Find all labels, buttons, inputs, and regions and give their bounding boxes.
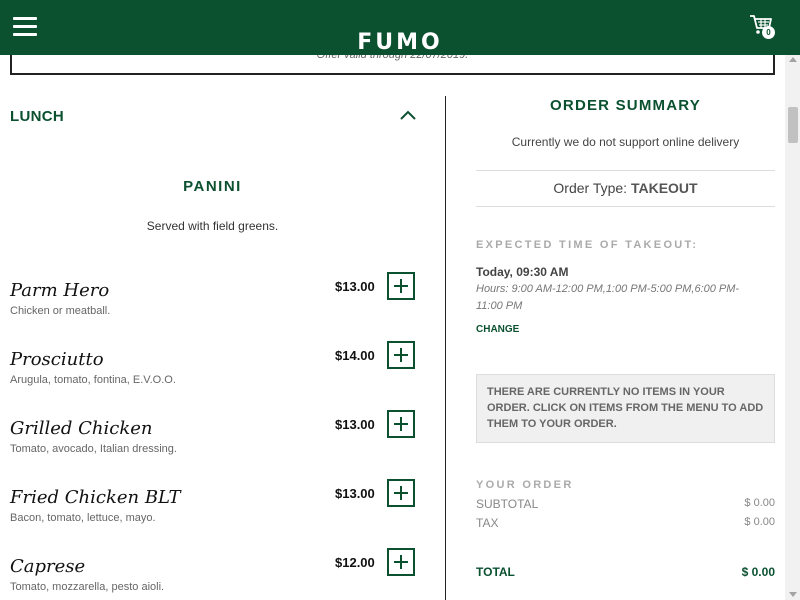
tax-label: TAX bbox=[476, 516, 499, 530]
item-price: $13.00 bbox=[335, 486, 375, 501]
menu-item[interactable]: Prosciutto Arugula, tomato, fontina, E.V… bbox=[10, 341, 415, 401]
brand-logo[interactable]: FUMO bbox=[0, 30, 800, 55]
page-scrollbar[interactable] bbox=[785, 55, 800, 600]
scroll-up-arrow-icon[interactable] bbox=[789, 57, 797, 62]
item-description: Tomato, avocado, Italian dressing. bbox=[10, 443, 177, 455]
divider bbox=[476, 170, 775, 171]
scroll-thumb[interactable] bbox=[788, 107, 798, 143]
order-summary-title: ORDER SUMMARY bbox=[550, 97, 701, 114]
top-bar: FUMO 0 bbox=[0, 0, 800, 55]
order-type: Order Type: TAKEOUT bbox=[476, 180, 775, 196]
add-item-button[interactable] bbox=[387, 272, 415, 300]
add-item-button[interactable] bbox=[387, 341, 415, 369]
category-title: PANINI bbox=[183, 178, 242, 195]
subtotal-label: SUBTOTAL bbox=[476, 497, 539, 511]
subtotal-value: $ 0.00 bbox=[744, 497, 775, 509]
your-order-label: YOUR ORDER bbox=[476, 479, 574, 491]
delivery-note: Currently we do not support online deliv… bbox=[511, 135, 740, 149]
item-description: Bacon, tomato, lettuce, mayo. bbox=[10, 512, 156, 524]
item-description: Chicken or meatball. bbox=[10, 305, 111, 317]
category-description: Served with field greens. bbox=[146, 219, 279, 233]
cart-count-badge: 0 bbox=[762, 26, 775, 39]
expected-time: Today, 09:30 AM bbox=[476, 265, 569, 279]
scroll-down-arrow-icon[interactable] bbox=[789, 592, 797, 597]
tax-value: $ 0.00 bbox=[744, 516, 775, 528]
total-value: $ 0.00 bbox=[741, 565, 775, 579]
change-time-link[interactable]: CHANGE bbox=[476, 324, 519, 335]
order-type-value: TAKEOUT bbox=[630, 180, 698, 196]
add-item-button[interactable] bbox=[387, 410, 415, 438]
add-item-button[interactable] bbox=[387, 548, 415, 576]
expected-time-label: EXPECTED TIME OF TAKEOUT: bbox=[476, 239, 699, 251]
item-name[interactable]: Prosciutto bbox=[10, 349, 104, 370]
menu-item[interactable]: Grilled Chicken Tomato, avocado, Italian… bbox=[10, 410, 415, 470]
item-price: $14.00 bbox=[335, 348, 375, 363]
item-name[interactable]: Parm Hero bbox=[10, 280, 109, 301]
column-divider bbox=[445, 96, 446, 600]
item-price: $12.00 bbox=[335, 555, 375, 570]
menu-item[interactable]: Parm Hero Chicken or meatball. $13.00 bbox=[10, 272, 415, 332]
item-name[interactable]: Fried Chicken BLT bbox=[10, 487, 181, 508]
divider bbox=[476, 206, 775, 207]
add-item-button[interactable] bbox=[387, 479, 415, 507]
item-name[interactable]: Grilled Chicken bbox=[10, 418, 153, 439]
menu-item[interactable]: Caprese Tomato, mozzarella, pesto aioli.… bbox=[10, 548, 415, 600]
item-description: Tomato, mozzarella, pesto aioli. bbox=[10, 581, 165, 593]
menu-item[interactable]: Fried Chicken BLT Bacon, tomato, lettuce… bbox=[10, 479, 415, 539]
menu-column: LUNCH PANINI Served with field greens. P… bbox=[10, 96, 445, 600]
order-summary: ORDER SUMMARY Currently we do not suppor… bbox=[476, 96, 775, 600]
empty-order-message: THERE ARE CURRENTLY NO ITEMS IN YOUR ORD… bbox=[476, 374, 775, 443]
cart-button[interactable]: 0 bbox=[749, 14, 779, 42]
item-name[interactable]: Caprese bbox=[10, 556, 85, 577]
order-type-label: Order Type: bbox=[553, 180, 628, 196]
store-hours: Hours: 9:00 AM-12:00 PM,1:00 PM-5:00 PM,… bbox=[476, 283, 740, 312]
item-price: $13.00 bbox=[335, 417, 375, 432]
section-heading-lunch[interactable]: LUNCH bbox=[10, 108, 64, 125]
item-price: $13.00 bbox=[335, 279, 375, 294]
chevron-up-icon[interactable] bbox=[400, 108, 416, 120]
item-description: Arugula, tomato, fontina, E.V.O.O. bbox=[10, 374, 176, 386]
total-label: TOTAL bbox=[476, 565, 515, 579]
